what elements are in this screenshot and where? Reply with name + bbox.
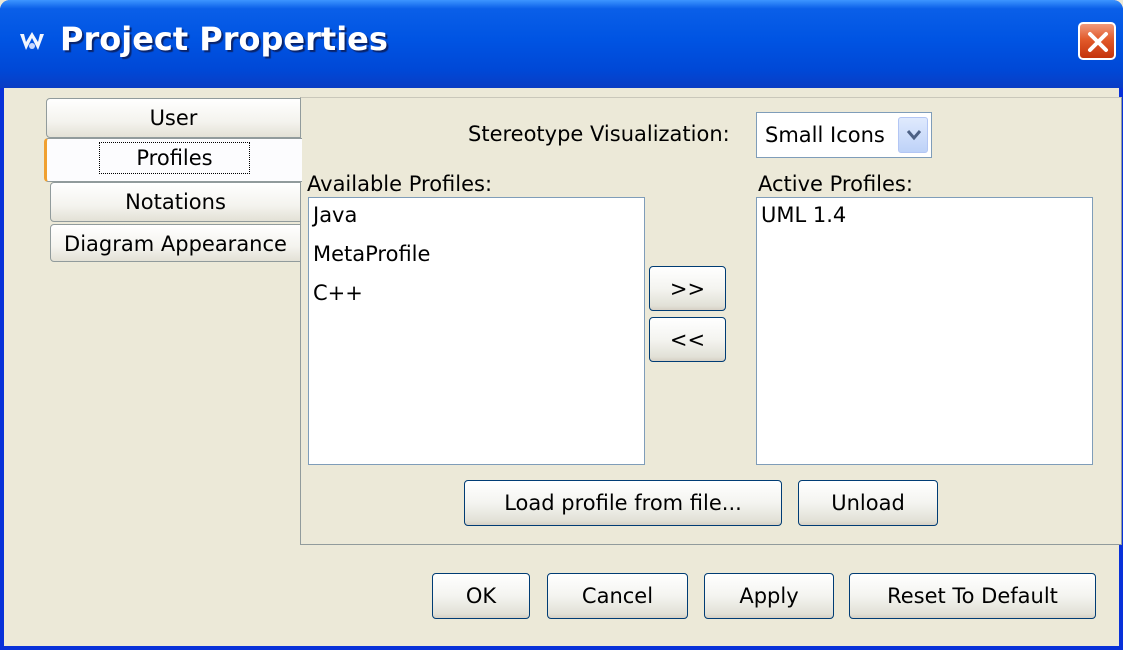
tab-notations[interactable]: Notations — [50, 182, 301, 222]
tab-profiles-label: Profiles — [99, 142, 250, 174]
list-item[interactable]: Java — [309, 198, 644, 237]
title-bar[interactable]: Project Properties — [0, 0, 1123, 88]
list-item[interactable]: UML 1.4 — [757, 198, 1092, 237]
active-profiles-label: Active Profiles: — [758, 172, 913, 196]
unload-button[interactable]: Unload — [798, 480, 938, 526]
stereotype-visualization-value: Small Icons — [765, 123, 885, 147]
tab-notations-label: Notations — [125, 190, 226, 214]
available-profiles-list[interactable]: Java MetaProfile C++ — [308, 197, 645, 465]
tab-diagram-appearance[interactable]: Diagram Appearance — [50, 224, 301, 262]
stereotype-visualization-select[interactable]: Small Icons — [756, 112, 932, 158]
apply-button[interactable]: Apply — [704, 573, 834, 619]
dialog-window: Project Properties User Profiles Notatio… — [0, 0, 1123, 650]
window-title: Project Properties — [60, 20, 388, 58]
close-button[interactable] — [1078, 22, 1116, 60]
close-icon — [1088, 32, 1108, 52]
ok-button[interactable]: OK — [432, 573, 530, 619]
remove-profile-button[interactable]: << — [649, 317, 726, 362]
tab-profiles[interactable]: Profiles — [44, 138, 302, 182]
load-profile-button[interactable]: Load profile from file... — [464, 480, 782, 526]
tab-user-label: User — [149, 106, 198, 130]
list-item[interactable]: C++ — [309, 276, 644, 315]
tab-user[interactable]: User — [46, 98, 301, 138]
add-profile-button[interactable]: >> — [649, 266, 726, 311]
reset-to-default-button[interactable]: Reset To Default — [849, 573, 1096, 619]
app-logo-icon — [18, 30, 46, 54]
tab-diagram-appearance-label: Diagram Appearance — [64, 232, 287, 256]
dropdown-button[interactable] — [898, 117, 928, 153]
chevron-down-icon — [906, 130, 922, 141]
list-item[interactable]: MetaProfile — [309, 237, 644, 276]
available-profiles-label: Available Profiles: — [307, 172, 493, 196]
cancel-button[interactable]: Cancel — [547, 573, 688, 619]
active-profiles-list[interactable]: UML 1.4 — [756, 197, 1093, 465]
stereotype-visualization-label: Stereotype Visualization: — [468, 122, 730, 146]
